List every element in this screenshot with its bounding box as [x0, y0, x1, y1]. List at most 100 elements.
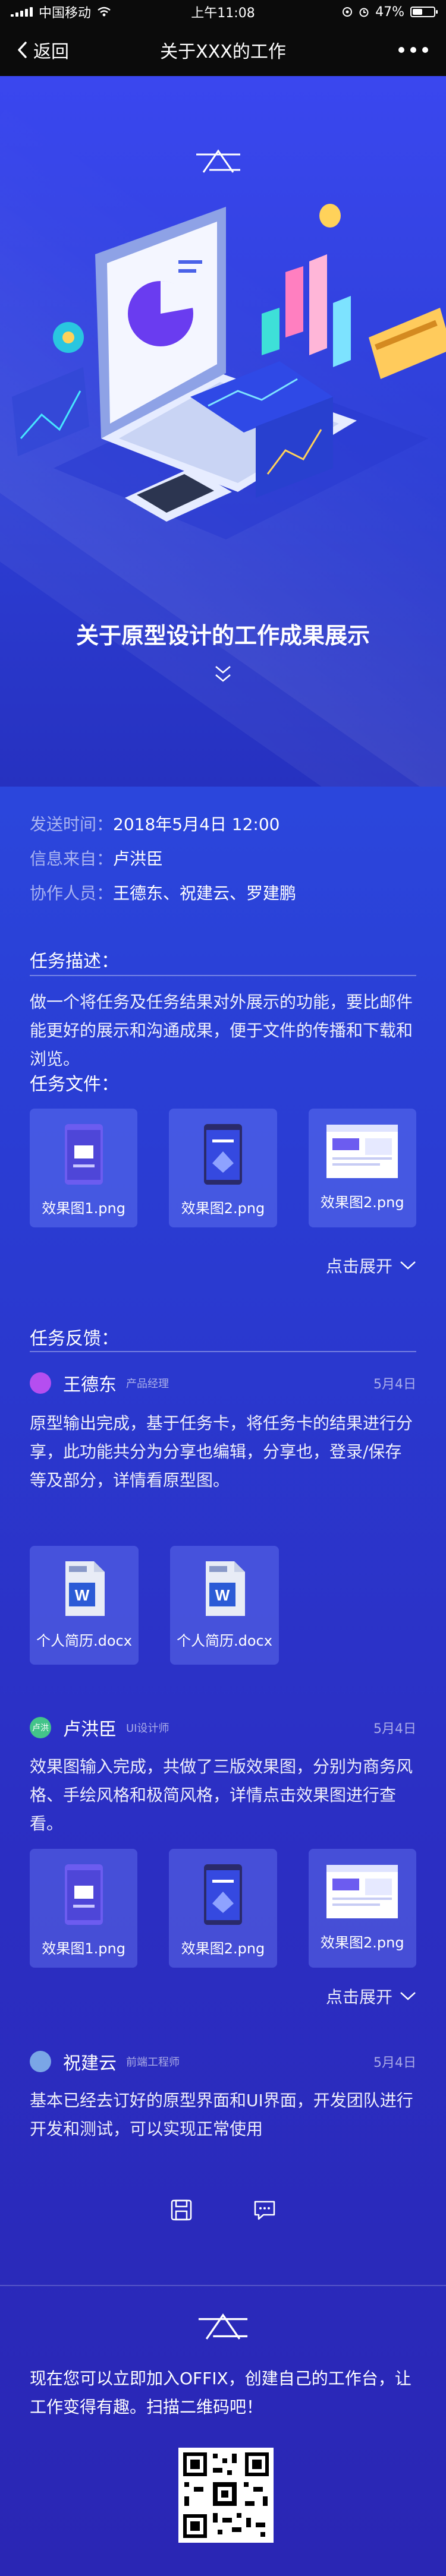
svg-text:W: W	[74, 1586, 89, 1604]
battery-percent: 47%	[375, 4, 404, 20]
meta-value: 卢洪臣	[113, 849, 164, 869]
image-preview-icon	[326, 1125, 398, 1178]
page-title: 关于XXX的工作	[160, 42, 286, 62]
doc-attachment[interactable]: W 个人简历.docx	[30, 1546, 139, 1665]
more-dot-icon	[422, 47, 428, 53]
feedback-title: 任务反馈：	[30, 1328, 119, 1349]
hero-banner: 关于原型设计的工作成果展示	[0, 76, 446, 787]
scroll-down-button[interactable]	[0, 663, 446, 684]
meta-row-collaborators: 协作人员： 王德东、祝建云、罗建鹏	[30, 882, 416, 905]
feedback-author: 祝建云	[63, 2053, 117, 2074]
file-thumbnail[interactable]: 效果图2.png	[169, 1109, 277, 1227]
file-thumbnail[interactable]: 效果图2.png	[308, 1849, 416, 1968]
carrier-label: 中国移动	[39, 6, 92, 21]
app-screen: 中国移动 上午11:08 47% 返回 关于XXX的工作 关于原型设计的工作成果…	[0, 0, 446, 2576]
task-desc-title: 任务描述：	[30, 951, 119, 972]
feedback-attachments: 效果图1.png 效果图2.png 效果图2.png	[30, 1849, 416, 1968]
task-files-list: 效果图1.png 效果图2.png 效果图2.png	[30, 1109, 416, 1227]
expand-files-button[interactable]: 点击展开	[326, 1984, 416, 2008]
battery-icon	[410, 7, 438, 17]
task-meta: 发送时间： 2018年5月4日 12:00 信息来自： 卢洪臣 协作人员： 王德…	[30, 813, 416, 916]
file-name: 效果图2.png	[321, 1934, 404, 1951]
double-chevron-down-icon	[215, 666, 231, 682]
meta-row-send-time: 发送时间： 2018年5月4日 12:00	[30, 813, 416, 836]
word-doc-icon: W	[65, 1561, 105, 1616]
qr-code	[178, 2448, 274, 2543]
action-bar	[0, 2198, 446, 2224]
feedback-header: 卢洪 卢洪臣 UI设计师 5月4日	[30, 1715, 416, 1741]
meta-value: 2018年5月4日 12:00	[113, 815, 280, 834]
expand-label: 点击展开	[325, 1257, 392, 1276]
svg-text:W: W	[215, 1586, 230, 1604]
file-name: 效果图1.png	[42, 1200, 125, 1217]
file-thumbnail[interactable]: 效果图2.png	[169, 1849, 277, 1968]
feedback-text: 效果图输入完成，共做了三版效果图，分别为商务风格、手绘风格和极简风格，详情点击效…	[30, 1757, 413, 1833]
chevron-down-icon	[400, 1992, 416, 2000]
image-preview-icon	[64, 1864, 103, 1925]
save-icon	[171, 2199, 192, 2221]
location-icon	[343, 7, 353, 17]
image-preview-icon	[64, 1124, 103, 1185]
image-preview-icon	[203, 1864, 242, 1925]
expand-label: 点击展开	[325, 1987, 392, 2007]
avatar[interactable]	[30, 2051, 51, 2072]
divider	[30, 1351, 416, 1352]
feedback-date: 5月4日	[373, 1722, 416, 1737]
file-thumbnail[interactable]: 效果图1.png	[30, 1109, 138, 1227]
signal-icon	[11, 7, 33, 17]
file-thumbnail[interactable]: 效果图1.png	[30, 1849, 138, 1968]
feedback-text: 原型输出完成，基于任务卡，将任务卡的结果进行分享，此功能共分为分享也编辑，分享也…	[30, 1413, 413, 1490]
task-files-title: 任务文件：	[30, 1074, 119, 1095]
chevron-left-icon	[18, 42, 27, 58]
comment-icon	[254, 2201, 275, 2220]
wifi-icon	[98, 7, 111, 17]
feedback-author: 王德东	[63, 1375, 117, 1396]
qr-code-icon	[183, 2452, 269, 2538]
avatar[interactable]: 卢洪	[30, 1717, 51, 1738]
meta-row-sender: 信息来自： 卢洪臣	[30, 847, 416, 871]
divider	[30, 975, 416, 976]
footer-invite-text: 现在您可以立即加入OFFIX，创建自己的工作台，让工作变得有趣。扫描二维码吧！	[30, 2369, 412, 2417]
file-thumbnail[interactable]: 效果图2.png	[308, 1109, 416, 1227]
image-preview-icon	[203, 1124, 242, 1185]
hero-title: 关于原型设计的工作成果展示	[76, 623, 370, 649]
more-dot-icon	[410, 47, 416, 53]
doc-name: 个人简历.docx	[177, 1633, 272, 1649]
image-preview-icon	[326, 1865, 398, 1918]
meta-key: 信息来自：	[30, 849, 114, 869]
expand-files-button[interactable]: 点击展开	[326, 1254, 416, 1277]
more-dot-icon	[398, 47, 404, 53]
file-name: 效果图1.png	[42, 1940, 125, 1957]
chevron-down-icon	[400, 1261, 416, 1270]
doc-name: 个人简历.docx	[36, 1633, 132, 1649]
feedback-attachments: W 个人简历.docx W 个人简历.docx	[30, 1546, 279, 1665]
back-label: 返回	[33, 42, 69, 62]
meta-key: 协作人员：	[30, 883, 114, 903]
save-button[interactable]	[169, 2198, 193, 2224]
back-button[interactable]: 返回	[17, 24, 69, 76]
alarm-icon	[359, 8, 369, 17]
file-name: 效果图2.png	[321, 1194, 404, 1211]
feedback-header: 祝建云 前端工程师 5月4日	[30, 2048, 416, 2075]
meta-value: 王德东、祝建云、罗建鹏	[113, 883, 297, 903]
feedback-author: 卢洪臣	[63, 1719, 117, 1740]
hero-illustration	[12, 204, 446, 539]
feedback-header: 王德东 产品经理 5月4日	[30, 1370, 416, 1396]
file-name: 效果图2.png	[181, 1940, 265, 1957]
divider	[0, 2285, 446, 2286]
avatar[interactable]	[30, 1372, 51, 1394]
more-button[interactable]	[398, 24, 428, 76]
navigation-bar: 返回 关于XXX的工作	[0, 24, 446, 76]
feedback-text: 基本已经去订好的原型界面和UI界面，开发团队进行开发和测试，可以实现正常使用	[30, 2091, 413, 2139]
battery-fill	[413, 9, 422, 15]
doc-attachment[interactable]: W 个人简历.docx	[170, 1546, 279, 1665]
task-desc-text: 做一个将任务及任务结果对外展示的功能，要比邮件能更好的展示和沟通成果，便于文件的…	[30, 992, 413, 1069]
comment-button[interactable]	[253, 2198, 277, 2224]
word-doc-icon: W	[205, 1561, 245, 1616]
feedback-role: 产品经理	[126, 1378, 169, 1390]
feedback-role: UI设计师	[126, 1722, 169, 1735]
status-bar: 中国移动 上午11:08 47%	[0, 0, 446, 24]
brand-logo-icon	[198, 2313, 248, 2340]
feedback-date: 5月4日	[373, 1377, 416, 1392]
file-name: 效果图2.png	[181, 1200, 265, 1217]
